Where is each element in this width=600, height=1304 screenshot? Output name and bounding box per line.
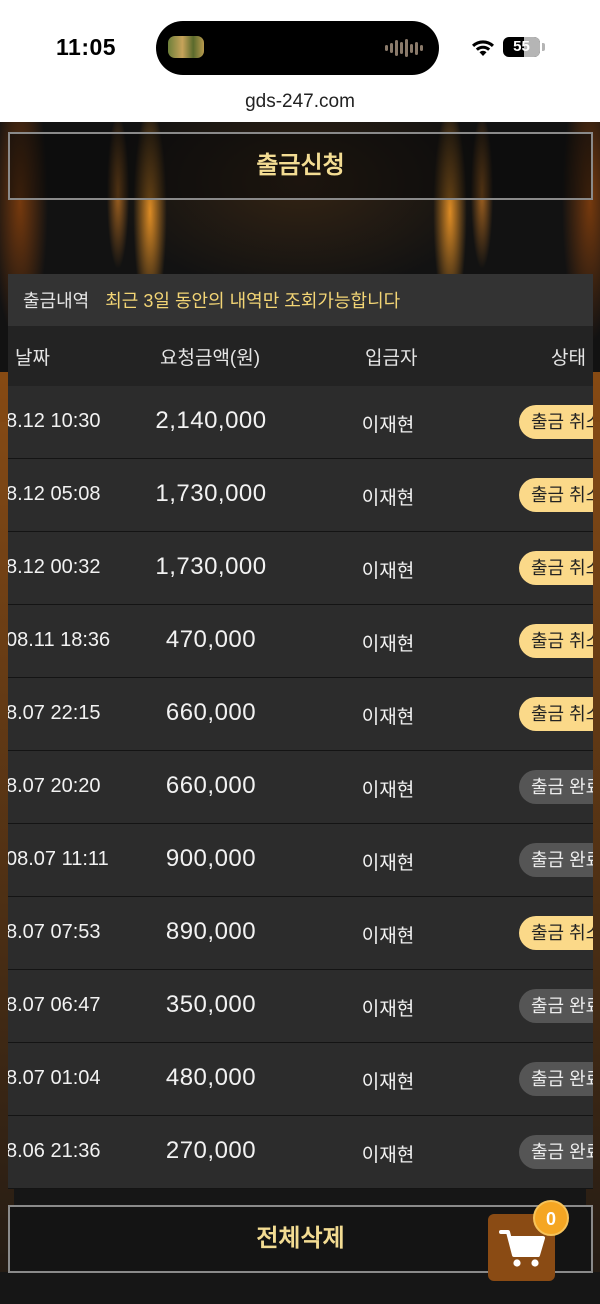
status-badge[interactable]: 출금 취소 (519, 478, 593, 512)
column-date: 날짜 (15, 348, 50, 369)
panel-header: 출금내역 최근 3일 동안의 내역만 조회가능합니다 (8, 274, 593, 326)
row-payer: 이재현 (361, 1072, 415, 1093)
row-payer: 이재현 (361, 853, 415, 874)
row-payer: 이재현 (361, 561, 415, 582)
wifi-icon (472, 40, 494, 56)
status-badge: 출금 완료 (519, 989, 593, 1023)
status-badge[interactable]: 출금 취소 (519, 697, 593, 731)
withdraw-history-panel: 출금내역 최근 3일 동안의 내역만 조회가능합니다 날짜 요청금액(원) 입금… (8, 274, 593, 1189)
row-amount: 660,000 (165, 699, 257, 726)
column-amount: 요청금액(원) (160, 348, 261, 369)
address-bar[interactable]: gds-247.com (0, 88, 600, 122)
row-amount: 890,000 (165, 918, 257, 945)
table-row: 8.07 01:04 480,000 이재현 출금 완료 (8, 1043, 593, 1116)
row-amount: 270,000 (165, 1137, 257, 1164)
row-payer: 이재현 (361, 1145, 415, 1166)
status-badge: 출금 완료 (519, 1062, 593, 1096)
row-amount: 2,140,000 (155, 407, 267, 434)
status-badge: 출금 완료 (519, 1135, 593, 1169)
row-date: 8.07 06:47 (8, 994, 101, 1016)
status-badge[interactable]: 출금 취소 (519, 916, 593, 950)
cart-count-badge: 0 (533, 1200, 569, 1236)
status-badge[interactable]: 출금 취소 (519, 624, 593, 658)
table-row: 8.07 20:20 660,000 이재현 출금 완료 (8, 751, 593, 824)
row-date: 8.07 07:53 (8, 921, 101, 943)
panel-title: 출금내역 (23, 291, 90, 311)
status-badge[interactable]: 출금 취소 (519, 405, 593, 439)
column-status: 상태 (551, 348, 586, 369)
row-date: 8.12 05:08 (8, 483, 101, 505)
row-amount: 470,000 (165, 626, 257, 653)
table-row: 8.07 07:53 890,000 이재현 출금 취소 (8, 897, 593, 970)
row-amount: 1,730,000 (155, 553, 267, 580)
column-payer: 입금자 (365, 348, 418, 369)
table-header: 날짜 요청금액(원) 입금자 상태 (8, 326, 593, 386)
page-content: 출금신청 출금내역 최근 3일 동안의 내역만 조회가능합니다 날짜 요청금액(… (0, 122, 600, 1304)
table-row: 8.12 05:08 1,730,000 이재현 출금 취소 (8, 459, 593, 532)
status-badge[interactable]: 출금 취소 (519, 551, 593, 585)
row-date: 08.07 11:11 (8, 848, 109, 870)
row-date: 8.06 21:36 (8, 1140, 101, 1162)
withdraw-request-button[interactable]: 출금신청 (8, 132, 593, 200)
row-date: 8.12 10:30 (8, 410, 101, 432)
status-badge: 출금 완료 (519, 843, 593, 877)
status-badge: 출금 완료 (519, 770, 593, 804)
row-payer: 이재현 (361, 926, 415, 947)
row-payer: 이재현 (361, 707, 415, 728)
table-row: 08.11 18:36 470,000 이재현 출금 취소 (8, 605, 593, 678)
table-row: 8.07 22:15 660,000 이재현 출금 취소 (8, 678, 593, 751)
row-payer: 이재현 (361, 415, 415, 436)
url-text: gds-247.com (245, 91, 355, 112)
table-row: 8.12 00:32 1,730,000 이재현 출금 취소 (8, 532, 593, 605)
status-time: 11:05 (56, 34, 117, 60)
row-date: 8.07 01:04 (8, 1067, 101, 1089)
dynamic-island (156, 21, 439, 75)
table-row: 8.07 06:47 350,000 이재현 출금 완료 (8, 970, 593, 1043)
media-thumbnail (168, 36, 204, 58)
row-amount: 350,000 (165, 991, 257, 1018)
row-date: 08.11 18:36 (8, 629, 111, 651)
row-date: 8.07 20:20 (8, 775, 101, 797)
battery-level: 55 (513, 38, 530, 55)
row-payer: 이재현 (361, 488, 415, 509)
row-payer: 이재현 (361, 780, 415, 801)
row-payer: 이재현 (361, 999, 415, 1020)
table-row: 8.06 21:36 270,000 이재현 출금 완료 (8, 1116, 593, 1189)
table-row: 08.07 11:11 900,000 이재현 출금 완료 (8, 824, 593, 897)
row-amount: 1,730,000 (155, 480, 267, 507)
row-date: 8.12 00:32 (8, 556, 101, 578)
status-bar: 11:05 55 (0, 0, 600, 88)
battery-indicator: 55 (503, 37, 545, 57)
row-amount: 900,000 (165, 845, 257, 872)
audio-wave-icon (385, 39, 423, 57)
table-row: 8.12 10:30 2,140,000 이재현 출금 취소 (8, 386, 593, 459)
row-amount: 660,000 (165, 772, 257, 799)
row-date: 8.07 22:15 (8, 702, 101, 724)
panel-note: 최근 3일 동안의 내역만 조회가능합니다 (105, 291, 401, 311)
row-payer: 이재현 (361, 634, 415, 655)
row-amount: 480,000 (165, 1064, 257, 1091)
